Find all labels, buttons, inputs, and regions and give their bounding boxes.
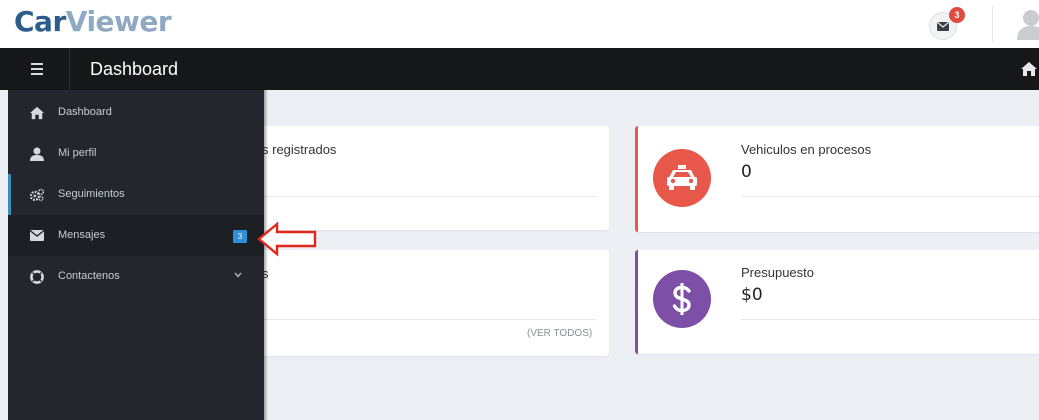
card-divider (741, 319, 1039, 320)
envelope-icon (937, 22, 949, 31)
chevron-down-icon (234, 272, 242, 278)
envelope-icon (30, 230, 44, 241)
card-title: Presupuesto (741, 265, 814, 280)
messages-count-badge: 3 (949, 7, 965, 23)
sidebar-item-label: Seguimientos (58, 188, 125, 200)
taxi-icon (667, 165, 697, 190)
sidebar-toggle-button[interactable] (14, 48, 70, 90)
header-divider (992, 6, 993, 42)
user-avatar-icon[interactable] (1016, 8, 1039, 40)
sidebar-item-messages[interactable]: Mensajes 3 (8, 215, 264, 256)
sidebar-item-label: Mi perfil (58, 147, 97, 159)
view-all-link[interactable]: (VER TODOS) (527, 328, 592, 339)
card-title: s registrados (262, 142, 337, 157)
budget-card: Presupuesto $0 (635, 250, 1039, 354)
card-divider (262, 196, 596, 197)
dollar-icon (672, 283, 691, 315)
sidebar-item-label: Dashboard (58, 106, 112, 118)
sidebar-menu: Dashboard Mi perfil Seguimientos Mensaje… (8, 90, 264, 420)
home-icon (30, 106, 44, 120)
home-icon[interactable] (1021, 62, 1037, 76)
main-navbar: Dashboard (0, 48, 1039, 90)
card-icon-circle (653, 149, 711, 207)
card-value: 0 (741, 162, 752, 182)
sidebar-item-contact[interactable]: Contactenos (8, 256, 264, 297)
card-icon-circle (653, 270, 711, 328)
user-icon (30, 147, 44, 161)
messages-count-badge: 3 (233, 230, 247, 243)
sidebar-item-tracking[interactable]: Seguimientos (8, 174, 264, 215)
registered-vehicles-card: s registrados (236, 126, 609, 230)
brand-part-2: Viewer (65, 5, 172, 38)
card-value: $0 (741, 285, 763, 305)
annotation-arrow-icon (257, 221, 317, 257)
cogs-icon (30, 188, 44, 202)
sidebar-item-dashboard[interactable]: Dashboard (8, 92, 264, 133)
top-header: CarViewer 3 (0, 0, 1039, 48)
sidebar-item-label: Contactenos (58, 270, 120, 282)
sidebar-item-label: Mensajes (58, 229, 106, 241)
card-title: Vehiculos en procesos (741, 142, 872, 157)
second-left-card: s (VER TODOS) (236, 250, 609, 356)
card-divider (741, 196, 1039, 197)
brand-part-1: Car (14, 5, 66, 38)
sidebar-item-profile[interactable]: Mi perfil (8, 133, 264, 174)
card-divider (262, 319, 596, 320)
brand-logo[interactable]: CarViewer (14, 4, 172, 40)
lifebuoy-icon (30, 270, 44, 284)
vehicles-in-process-card: Vehiculos en procesos 0 (635, 126, 1039, 232)
page-title: Dashboard (90, 59, 179, 79)
